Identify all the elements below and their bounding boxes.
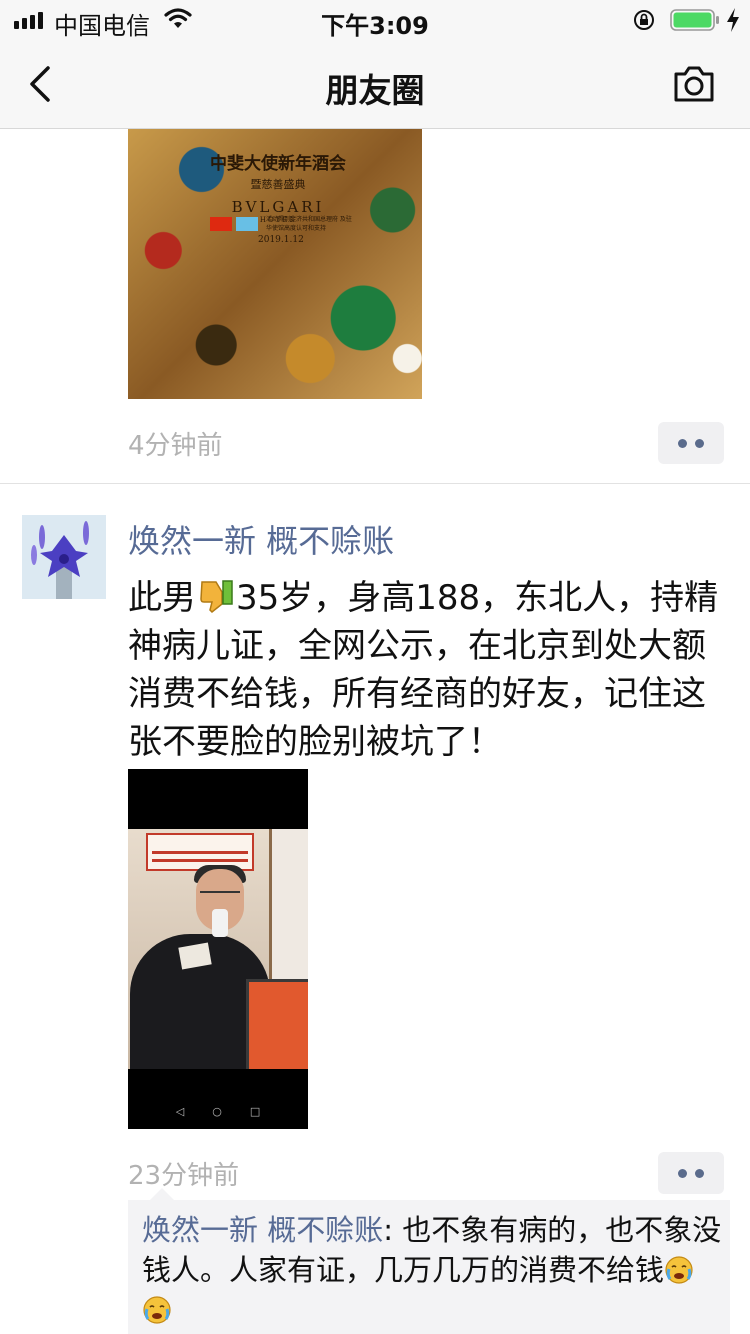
- post-image[interactable]: 中斐大使新年酒会 暨慈善盛典 BVLGARI HOTEL 活动得到斐济共和国总理…: [128, 129, 422, 399]
- comment[interactable]: 焕然一新 概不赊账: 也不象有病的，也不象没钱人。人家有证，几万几万的消费不给钱: [142, 1210, 726, 1330]
- comment-separator: :: [383, 1213, 403, 1247]
- nav-bar: 朋友圈: [0, 40, 750, 128]
- comment-author[interactable]: 焕然一新 概不赊账: [142, 1213, 383, 1247]
- camera-icon[interactable]: [672, 64, 716, 104]
- post-text: 此男 35岁，身高188，东北人，持精神病儿证，全网公示，在北京到处大额消费不给…: [128, 574, 728, 766]
- photo-sign: [146, 833, 254, 871]
- dot-icon: [678, 1168, 687, 1178]
- home-circle-icon: ○: [212, 1104, 222, 1118]
- photo-window: [269, 829, 308, 989]
- photo-monitor: [246, 979, 308, 1069]
- photo-phone: [212, 909, 228, 937]
- poster-subtitle: 暨慈善盛典: [250, 178, 306, 191]
- battery-icon: [670, 9, 719, 31]
- status-bar: 中国电信 下午3:09: [0, 0, 750, 40]
- back-triangle-icon: ◁: [175, 1104, 185, 1118]
- photo-person-glasses: [200, 891, 240, 901]
- dot-icon: [678, 438, 687, 448]
- poster-title: 中斐大使新年酒会: [210, 154, 346, 174]
- dot-icon: [695, 438, 704, 448]
- fiji-flag-icon: [236, 217, 258, 231]
- page-title: 朋友圈: [325, 71, 425, 110]
- dot-icon: [695, 1168, 704, 1178]
- post-text-start: 此男: [128, 578, 196, 618]
- poster-note: 活动得到斐济共和国总理府 及驻华使馆高度认可和支持: [266, 216, 352, 232]
- comment-area: 焕然一新 概不赊账: 也不象有病的，也不象没钱人。人家有证，几万几万的消费不给钱: [128, 1188, 730, 1334]
- poster-brand: BVLGARI: [231, 198, 325, 216]
- post-photo[interactable]: ◁ ○ □: [128, 769, 308, 1129]
- flags: [210, 217, 258, 231]
- rotation-lock-icon: [634, 10, 654, 30]
- post-more-button[interactable]: [658, 422, 724, 464]
- thumbs-down-emoji-icon: [200, 580, 233, 614]
- lavender-flower-icon: [22, 515, 106, 599]
- post-timestamp: 23分钟前: [128, 1161, 240, 1191]
- crying-face-emoji-icon: [143, 1296, 171, 1324]
- poster-text: 中斐大使新年酒会 暨慈善盛典 BVLGARI HOTEL: [188, 149, 368, 224]
- post-author[interactable]: 焕然一新 概不赊账: [128, 516, 394, 562]
- avatar[interactable]: [22, 515, 106, 599]
- charging-icon: [727, 8, 739, 32]
- post-timestamp: 4分钟前: [128, 431, 223, 461]
- post-more-button[interactable]: [658, 1152, 724, 1194]
- china-flag-icon: [210, 217, 232, 231]
- poster-date: 2019.1.12: [258, 235, 304, 245]
- crying-face-emoji-icon: [665, 1256, 693, 1284]
- top-bar: 中国电信 下午3:09 朋友圈: [0, 0, 750, 129]
- recents-square-icon: □: [249, 1104, 261, 1118]
- photo-android-nav: ◁ ○ □: [128, 1099, 308, 1123]
- photo-scene: [128, 829, 308, 1069]
- post-divider: [0, 483, 750, 484]
